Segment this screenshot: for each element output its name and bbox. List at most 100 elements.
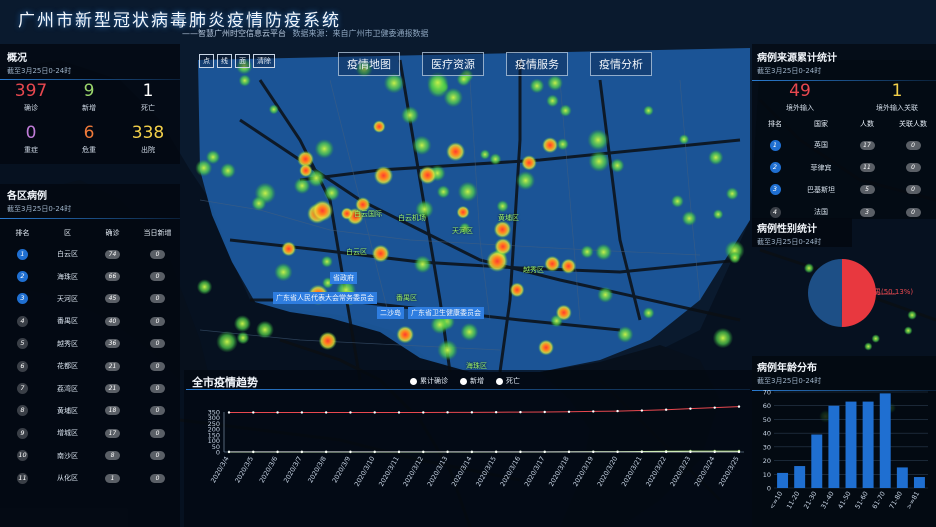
table-row[interactable]: 5 越秀区 36 0 [0, 333, 180, 355]
table-row[interactable]: 2 海珠区 66 0 [0, 265, 180, 287]
data-point[interactable] [640, 450, 644, 454]
draw-polygon-button[interactable]: 面 [235, 54, 250, 68]
data-point[interactable] [664, 408, 668, 411]
table-row[interactable]: 8 黄埔区 18 0 [0, 400, 180, 422]
data-point[interactable] [373, 450, 376, 454]
case-hotspot[interactable] [281, 241, 297, 257]
tab-epidemic-map[interactable]: 疫情地图 [338, 52, 400, 76]
case-hotspot[interactable] [396, 325, 414, 344]
data-point[interactable] [446, 450, 449, 454]
map-label-health-commission[interactable]: 广东省卫生健康委员会 [408, 307, 484, 319]
data-point[interactable] [543, 450, 546, 454]
case-hotspot[interactable] [538, 339, 554, 356]
table-row[interactable]: 4 番禺区 40 0 [0, 310, 180, 332]
data-point[interactable] [276, 450, 279, 454]
data-point[interactable] [616, 409, 619, 413]
age-bar[interactable] [794, 466, 806, 488]
pie-slice-女[interactable] [808, 259, 842, 327]
data-point[interactable] [592, 410, 595, 413]
data-point[interactable] [713, 450, 716, 454]
data-point[interactable] [252, 411, 255, 414]
case-hotspot[interactable] [418, 166, 437, 185]
age-bar[interactable] [828, 405, 840, 488]
data-point[interactable] [300, 450, 304, 454]
age-bar[interactable] [811, 434, 823, 488]
case-hotspot[interactable] [494, 237, 512, 256]
data-point[interactable] [689, 407, 692, 410]
draw-point-button[interactable]: 点 [199, 54, 214, 68]
table-row[interactable]: 1 白云区 74 0 [0, 243, 180, 265]
data-point[interactable] [227, 450, 231, 454]
table-row[interactable]: 7 荔湾区 21 0 [0, 377, 180, 399]
table-row[interactable]: 3 天河区 45 0 [0, 288, 180, 310]
data-point[interactable] [324, 411, 328, 414]
age-bar[interactable] [777, 472, 789, 488]
data-point[interactable] [664, 450, 668, 454]
age-bar[interactable] [913, 477, 925, 488]
data-point[interactable] [616, 450, 619, 454]
case-hotspot[interactable] [340, 207, 354, 220]
case-hotspot[interactable] [521, 155, 537, 171]
data-point[interactable] [349, 411, 352, 414]
age-bar[interactable] [879, 393, 891, 488]
data-point[interactable] [567, 450, 571, 454]
data-point[interactable] [422, 411, 425, 414]
data-point[interactable] [640, 409, 644, 412]
data-point[interactable] [519, 410, 522, 414]
case-hotspot[interactable] [456, 205, 470, 219]
data-point[interactable] [689, 450, 692, 454]
table-row[interactable]: 10 南沙区 8 0 [0, 445, 180, 467]
case-hotspot[interactable] [560, 258, 577, 274]
legend-new[interactable]: 新增 [460, 376, 484, 386]
pie-slice-男[interactable] [841, 259, 877, 327]
map-label-cppcc[interactable]: 二沙岛 [377, 307, 404, 319]
legend-cumulative[interactable]: 累计确诊 [410, 376, 448, 386]
data-point[interactable] [737, 450, 741, 454]
table-row[interactable]: 2 菲律宾 11 0 [752, 156, 936, 178]
data-point[interactable] [324, 450, 328, 454]
case-hotspot[interactable] [542, 137, 559, 154]
table-row[interactable]: 3 巴基斯坦 5 0 [752, 179, 936, 201]
draw-line-button[interactable]: 线 [217, 54, 232, 68]
data-point[interactable] [519, 450, 522, 454]
data-point[interactable] [713, 406, 716, 409]
case-hotspot[interactable] [509, 282, 525, 298]
data-point[interactable] [592, 450, 595, 454]
data-point[interactable] [470, 411, 474, 414]
age-bar[interactable] [896, 467, 908, 488]
table-row[interactable]: 6 花都区 21 0 [0, 355, 180, 377]
data-point[interactable] [276, 411, 279, 414]
tab-epidemic-services[interactable]: 疫情服务 [506, 52, 568, 76]
gender-pie-chart[interactable] [752, 248, 936, 358]
data-point[interactable] [300, 411, 304, 414]
table-row[interactable]: 1 英国 17 0 [752, 134, 936, 156]
data-point[interactable] [543, 410, 546, 414]
data-point[interactable] [446, 411, 449, 414]
legend-deaths[interactable]: 死亡 [496, 376, 520, 386]
age-bar[interactable] [862, 401, 874, 488]
map-label-airport[interactable]: 省政府 [330, 272, 357, 284]
data-point[interactable] [252, 450, 255, 454]
data-point[interactable] [397, 411, 401, 414]
data-point[interactable] [494, 411, 498, 414]
case-hotspot[interactable] [373, 165, 394, 186]
data-point[interactable] [349, 450, 352, 454]
data-point[interactable] [227, 411, 231, 414]
case-hotspot[interactable] [318, 331, 337, 350]
tab-medical-resources[interactable]: 医疗资源 [422, 52, 484, 76]
table-row[interactable]: 9 增城区 17 0 [0, 422, 180, 444]
map-label-congress[interactable]: 广东省人民代表大会常务委员会 [273, 292, 377, 304]
data-point[interactable] [494, 450, 498, 454]
data-point[interactable] [422, 450, 425, 454]
case-hotspot[interactable] [446, 142, 466, 162]
case-hotspot[interactable] [299, 163, 313, 178]
data-point[interactable] [397, 450, 401, 454]
data-point[interactable] [567, 410, 571, 413]
age-bar[interactable] [845, 401, 857, 488]
case-hotspot[interactable] [311, 200, 334, 222]
case-hotspot[interactable] [544, 255, 561, 272]
data-point[interactable] [373, 411, 376, 414]
data-point[interactable] [470, 450, 474, 454]
case-hotspot[interactable] [555, 304, 572, 321]
case-hotspot[interactable] [371, 244, 390, 263]
